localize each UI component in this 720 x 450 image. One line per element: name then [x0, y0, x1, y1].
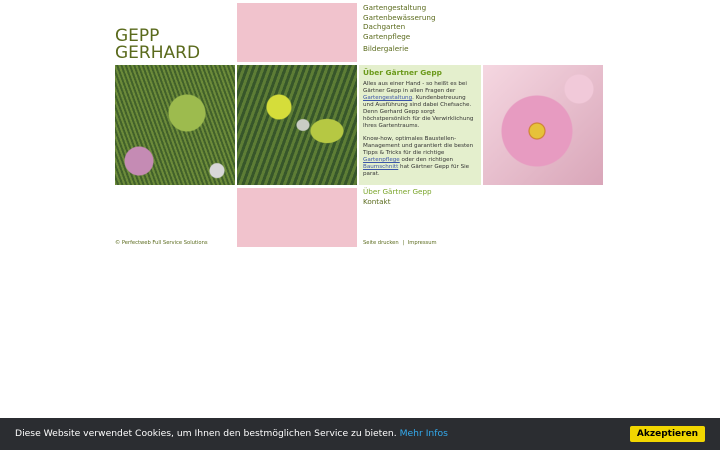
logo-line-2: GERHARD — [115, 43, 201, 63]
nav-item-gartengestaltung[interactable]: Gartengestaltung — [363, 3, 473, 13]
about-textbox: Über Gärtner Gepp Alles aus einer Hand -… — [359, 65, 481, 185]
link-gartengestaltung[interactable]: Gartengestaltung — [363, 95, 412, 101]
nav-item-gartenbewaesserung[interactable]: Gartenbewässerung — [363, 13, 473, 23]
about-paragraph-1: Alles aus einer Hand - so heißt es bei G… — [363, 81, 477, 130]
cookie-banner: Diese Website verwendet Cookies, um Ihne… — [0, 418, 720, 450]
cookie-accept-button[interactable]: Akzeptieren — [630, 426, 705, 442]
imprint-link[interactable]: Impressum — [408, 240, 437, 246]
copyright-text: © Perfectweb Full Service Solutions — [115, 240, 208, 246]
nav-item-dachgarten[interactable]: Dachgarten — [363, 22, 473, 32]
garden-photo-1 — [115, 65, 235, 185]
footer-links: Seite drucken | Impressum — [363, 240, 437, 246]
cookie-more-info-link[interactable]: Mehr Infos — [400, 428, 448, 439]
main-navigation: Gartengestaltung Gartenbewässerung Dachg… — [363, 3, 473, 54]
cookie-message-text: Diese Website verwendet Cookies, um Ihne… — [15, 428, 397, 439]
link-baumschnitt[interactable]: Baumschnitt — [363, 164, 398, 170]
nav-item-ueber-gaertner-gepp[interactable]: Über Gärtner Gepp — [363, 187, 473, 197]
print-link[interactable]: Seite drucken — [363, 240, 399, 246]
nav-item-bildergalerie[interactable]: Bildergalerie — [363, 44, 473, 54]
garden-photo-2 — [237, 65, 357, 185]
nav-item-kontakt[interactable]: Kontakt — [363, 197, 473, 207]
about-paragraph-2: Know-how, optimales Baustellen-Managemen… — [363, 136, 477, 178]
link-gartenpflege[interactable]: Gartenpflege — [363, 157, 400, 163]
about-title: Über Gärtner Gepp — [363, 68, 442, 77]
nav-item-gartenpflege[interactable]: Gartenpflege — [363, 32, 473, 42]
footer-pink-block — [237, 188, 357, 247]
about-text: Alles aus einer Hand - so heißt es bei G… — [363, 81, 467, 94]
cookie-message: Diese Website verwendet Cookies, um Ihne… — [15, 428, 448, 439]
flower-photo — [483, 65, 603, 185]
footer-separator: | — [402, 240, 405, 246]
about-text: oder den richtigen — [399, 157, 454, 163]
header-pink-block — [237, 3, 357, 62]
secondary-navigation: Über Gärtner Gepp Kontakt — [363, 187, 473, 206]
about-text: Know-how, optimales Baustellen-Managemen… — [363, 136, 474, 156]
logo[interactable]: GEPP GERHARD — [115, 28, 200, 64]
